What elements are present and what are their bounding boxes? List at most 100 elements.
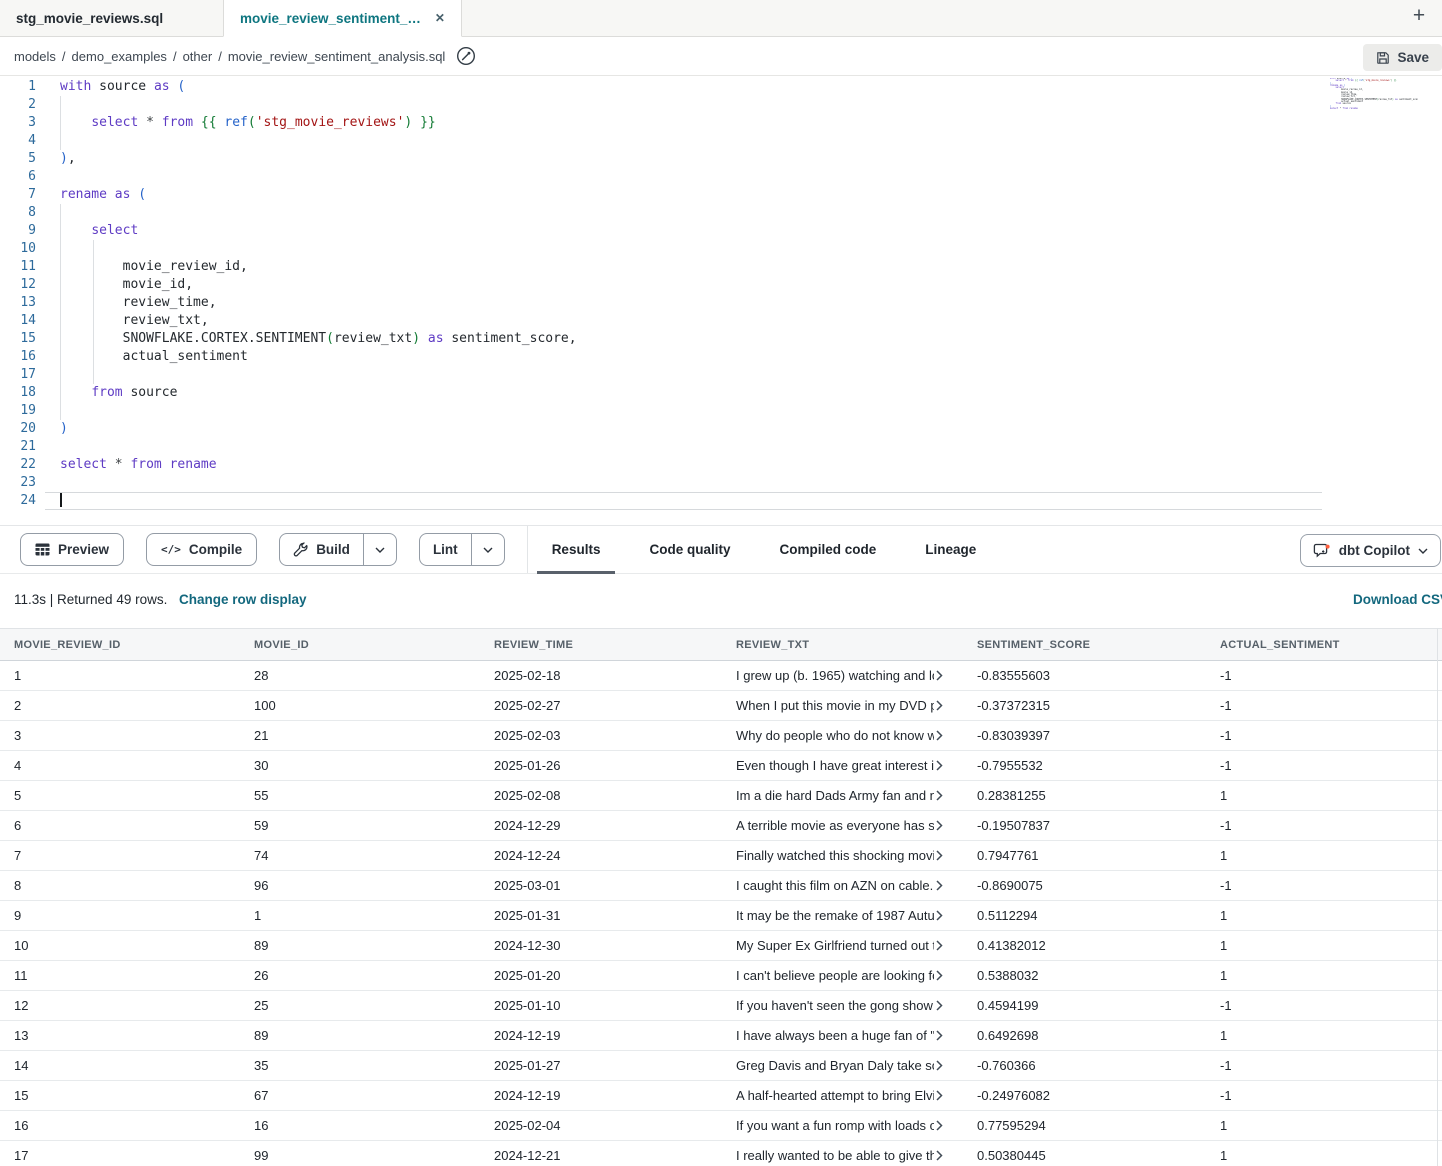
expand-cell-icon[interactable] [936, 1120, 943, 1131]
expand-cell-icon[interactable] [936, 730, 943, 741]
save-button[interactable]: Save [1363, 44, 1442, 71]
code-line[interactable]: 9 select [0, 222, 1442, 240]
expand-cell-icon[interactable] [936, 1150, 943, 1161]
editor-tab[interactable]: stg_movie_reviews.sql [0, 0, 223, 37]
line-number: 23 [0, 474, 45, 492]
code-line[interactable]: 19 [0, 402, 1442, 420]
table-cell: Im a die hard Dads Army fan and nothi… [722, 781, 963, 810]
code-text [45, 474, 1442, 492]
table-cell: -1 [1206, 721, 1442, 750]
copilot-generate-icon[interactable] [455, 45, 477, 67]
expand-cell-icon[interactable] [936, 790, 943, 801]
code-editor[interactable]: 1with source as (23 select * from {{ ref… [0, 76, 1442, 525]
change-row-display-link[interactable]: Change row display [179, 592, 307, 607]
table-cell: 0.5388032 [963, 961, 1206, 990]
code-line[interactable]: 20) [0, 420, 1442, 438]
expand-cell-icon[interactable] [936, 940, 943, 951]
code-text: ) [45, 420, 1442, 438]
code-line[interactable]: 2 [0, 96, 1442, 114]
table-row: 14352025-01-27Greg Davis and Bryan Daly … [0, 1051, 1442, 1081]
expand-cell-icon[interactable] [936, 1090, 943, 1101]
tab-compiled-code[interactable]: Compiled code [764, 526, 891, 573]
table-row: 16162025-02-04If you want a fun romp wit… [0, 1111, 1442, 1141]
breadcrumb: models/demo_examples/other/movie_review_… [14, 49, 445, 64]
expand-cell-icon[interactable] [936, 1000, 943, 1011]
code-line[interactable]: 23 [0, 474, 1442, 492]
code-line[interactable]: 3 select * from {{ ref('stg_movie_review… [0, 114, 1442, 132]
table-cell: -0.7955532 [963, 751, 1206, 780]
result-tab-label: Compiled code [779, 542, 876, 557]
tab-label: movie_review_sentiment_… [240, 11, 421, 26]
tab-code-quality[interactable]: Code quality [634, 526, 745, 573]
code-line[interactable]: 14 review_txt, [0, 312, 1442, 330]
new-tab-button[interactable]: + [1406, 4, 1432, 28]
lint-button[interactable]: Lint [420, 534, 471, 565]
table-cell: When I put this movie in my DVD playe… [722, 691, 963, 720]
table-cell: Finally watched this shocking movie la… [722, 841, 963, 870]
code-line[interactable]: 24 [0, 492, 1442, 510]
code-line[interactable]: 6 [0, 168, 1442, 186]
table-cell: 0.4594199 [963, 991, 1206, 1020]
editor-tab-active[interactable]: movie_review_sentiment_… ✕ [223, 0, 462, 37]
code-line[interactable]: 17 [0, 366, 1442, 384]
code-line[interactable]: 16 actual_sentiment [0, 348, 1442, 366]
close-icon[interactable]: ✕ [435, 11, 445, 25]
code-line[interactable]: 18 from source [0, 384, 1442, 402]
table-cell: -1 [1206, 751, 1442, 780]
code-line[interactable]: 4 [0, 132, 1442, 150]
table-cell: -0.83555603 [963, 661, 1206, 690]
breadcrumb-segment[interactable]: other [183, 49, 213, 64]
code-line[interactable]: 8 [0, 204, 1442, 222]
tab-results[interactable]: Results [537, 526, 616, 573]
table-cell: 10 [0, 931, 240, 960]
table-cell: 12 [0, 991, 240, 1020]
lint-dropdown-button[interactable] [471, 534, 504, 565]
table-cell: -1 [1206, 1081, 1442, 1110]
table-cell: 1 [1206, 1141, 1442, 1166]
expand-cell-icon[interactable] [936, 880, 943, 891]
column-header: REVIEW_TXT [722, 629, 963, 660]
chevron-down-icon [375, 547, 385, 553]
build-dropdown-button[interactable] [363, 534, 396, 565]
table-row: 15672024-12-19A half-hearted attempt to … [0, 1081, 1442, 1111]
expand-cell-icon[interactable] [936, 1060, 943, 1071]
tab-lineage[interactable]: Lineage [910, 526, 991, 573]
expand-cell-icon[interactable] [936, 670, 943, 681]
table-cell: 2 [0, 691, 240, 720]
table-cell: -0.760366 [963, 1051, 1206, 1080]
expand-cell-icon[interactable] [936, 820, 943, 831]
table-cell: -0.83039397 [963, 721, 1206, 750]
expand-cell-icon[interactable] [936, 1030, 943, 1041]
breadcrumb-segment[interactable]: movie_review_sentiment_analysis.sql [228, 49, 446, 64]
breadcrumb-segment[interactable]: models [14, 49, 56, 64]
dbt-copilot-button[interactable]: dbt Copilot [1300, 534, 1441, 567]
code-line[interactable]: 22select * from rename [0, 456, 1442, 474]
code-line[interactable]: 7rename as ( [0, 186, 1442, 204]
code-line[interactable]: 11 movie_review_id, [0, 258, 1442, 276]
build-button[interactable]: Build [280, 534, 363, 565]
download-csv-link[interactable]: Download CSV [1353, 592, 1442, 607]
code-line[interactable]: 5), [0, 150, 1442, 168]
expand-cell-icon[interactable] [936, 970, 943, 981]
expand-cell-icon[interactable] [936, 700, 943, 711]
code-line[interactable]: 13 review_time, [0, 294, 1442, 312]
table-cell: 0.5112294 [963, 901, 1206, 930]
table-row: 3212025-02-03Why do people who do not kn… [0, 721, 1442, 751]
table-cell: 2025-02-04 [480, 1111, 722, 1140]
code-line[interactable]: 12 movie_id, [0, 276, 1442, 294]
preview-button[interactable]: Preview [20, 533, 124, 566]
compile-button[interactable]: </> Compile [146, 533, 257, 566]
line-number: 5 [0, 150, 45, 168]
code-line[interactable]: 10 [0, 240, 1442, 258]
line-number: 11 [0, 258, 45, 276]
breadcrumb-segment[interactable]: demo_examples [72, 49, 167, 64]
code-line[interactable]: 1with source as ( [0, 78, 1442, 96]
line-number: 4 [0, 132, 45, 150]
code-minimap[interactable]: with source as ( select * from {{ ref('s… [1330, 78, 1418, 136]
expand-cell-icon[interactable] [936, 850, 943, 861]
code-line[interactable]: 15 SNOWFLAKE.CORTEX.SENTIMENT(review_txt… [0, 330, 1442, 348]
expand-cell-icon[interactable] [936, 910, 943, 921]
code-line[interactable]: 21 [0, 438, 1442, 456]
table-cell: 15 [0, 1081, 240, 1110]
expand-cell-icon[interactable] [936, 760, 943, 771]
